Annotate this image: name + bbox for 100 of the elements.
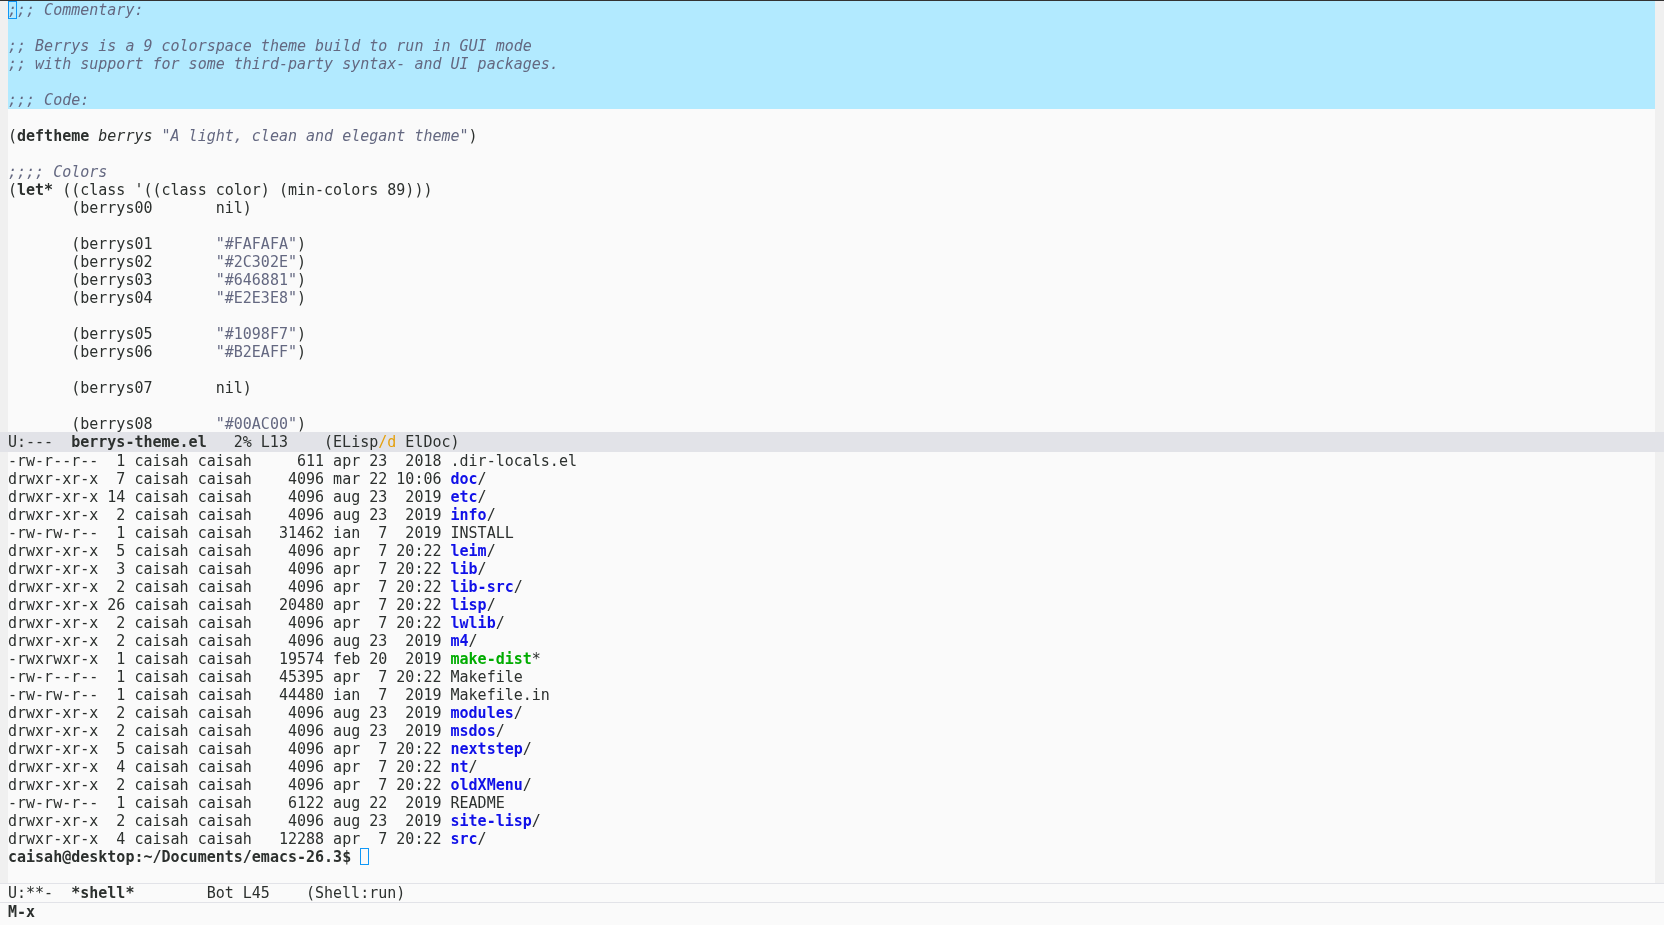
code-string: "#1098F7" — [215, 325, 297, 343]
directory-name: oldXMenu — [450, 776, 523, 794]
buffer-name[interactable]: *shell* — [71, 884, 135, 902]
file-info: drwxr-xr-x 5 caisah caisah 4096 apr 7 20:22 — [8, 542, 443, 560]
file-info: drwxr-xr-x 2 caisah caisah 4096 aug 23 2019 — [8, 632, 443, 650]
file-type-marker: / — [477, 470, 487, 488]
file-type-marker: * — [531, 650, 541, 668]
code-string: "#E2E3E8" — [215, 289, 297, 307]
code-text: ) — [297, 289, 307, 307]
directory-name: src — [450, 830, 478, 848]
file-type-marker: / — [522, 776, 532, 794]
file-info: drwxr-xr-x 4 caisah caisah 12288 apr 7 20:22 — [8, 830, 443, 848]
file-info: drwxr-xr-x 4 caisah caisah 4096 apr 7 20:22 — [8, 758, 443, 776]
shell-prompt: caisah@desktop:~/Documents/emacs-26.3$ — [8, 848, 352, 866]
buffer-name[interactable]: berrys-theme.el — [71, 433, 207, 451]
code-comment: ;;;; Colors — [8, 163, 108, 181]
code-text: (berrys02 — [70, 253, 154, 271]
directory-name: modules — [450, 704, 514, 722]
file-type-marker: / — [468, 632, 478, 650]
code-keyword: let* — [17, 181, 54, 199]
directory-name: site-lisp — [450, 812, 532, 830]
file-info: -rw-rw-r-- 1 caisah caisah 6122 aug 22 2019 — [8, 794, 443, 812]
file-type-marker: / — [513, 704, 523, 722]
file-type-marker: / — [486, 596, 496, 614]
file-type-marker: / — [477, 830, 487, 848]
code-text: ) — [468, 127, 478, 145]
file-info: drwxr-xr-x 3 caisah caisah 4096 apr 7 20:22 — [8, 560, 443, 578]
file-info: drwxr-xr-x 7 caisah caisah 4096 mar 22 10:06 — [8, 470, 443, 488]
buffer-position: Bot L45 — [206, 884, 270, 902]
buffer-status: U:--- — [8, 433, 54, 451]
buffer-position: 2% L13 — [233, 433, 288, 451]
code-text: (berrys06 — [70, 343, 154, 361]
code-keyword: deftheme — [17, 127, 90, 145]
code-text: (berrys08 — [70, 415, 154, 433]
code-text: ) — [297, 271, 307, 289]
file-info: drwxr-xr-x 2 caisah caisah 4096 apr 7 20:22 — [8, 614, 443, 632]
code-docstring: "A light, clean and elegant theme" — [160, 127, 469, 145]
file-info: drwxr-xr-x 2 caisah caisah 4096 apr 7 20:22 — [8, 776, 443, 794]
directory-name: leim — [450, 542, 487, 560]
major-mode-label[interactable]: (ELisp/d ElDoc) — [324, 433, 460, 451]
file-type-marker: / — [486, 506, 496, 524]
code-comment: ;; Commentary: — [17, 1, 144, 19]
code-text: (berrys00 nil) — [70, 199, 252, 217]
file-info: drwxr-xr-x 14 caisah caisah 4096 aug 23 2019 — [8, 488, 443, 506]
directory-name: info — [450, 506, 487, 524]
file-info: drwxr-xr-x 2 caisah caisah 4096 aug 23 2019 — [8, 704, 443, 722]
file-name: README — [450, 794, 505, 812]
code-comment: ; — [8, 1, 18, 19]
code-text: ) — [297, 235, 307, 253]
code-symbol: berrys — [97, 127, 153, 145]
code-text: (berrys04 — [70, 289, 154, 307]
directory-name: m4 — [450, 632, 469, 650]
file-name: INSTALL — [450, 524, 514, 542]
file-type-marker: / — [522, 740, 532, 758]
directory-name: doc — [450, 470, 478, 488]
code-string: "#FAFAFA" — [215, 235, 297, 253]
file-info: -rw-r--r-- 1 caisah caisah 611 apr 23 2018 — [8, 452, 443, 470]
directory-name: nt — [450, 758, 469, 776]
file-name: .dir-locals.el — [450, 452, 577, 470]
executable-name: make-dist — [450, 650, 532, 668]
code-text: ) — [297, 343, 307, 361]
file-type-marker: / — [495, 722, 505, 740]
file-info: drwxr-xr-x 2 caisah caisah 4096 aug 23 2019 — [8, 506, 443, 524]
code-text: ) — [297, 415, 307, 433]
file-type-marker: / — [486, 542, 496, 560]
code-string: "#00AC00" — [215, 415, 297, 433]
code-text: (berrys01 — [70, 235, 154, 253]
file-type-marker: / — [468, 758, 478, 776]
file-info: -rw-rw-r-- 1 caisah caisah 31462 ian 7 2019 — [8, 524, 443, 542]
code-text: ) — [297, 325, 307, 343]
code-string: "#646881" — [215, 271, 297, 289]
code-string: "#B2EAFF" — [215, 343, 297, 361]
directory-name: lisp — [450, 596, 487, 614]
code-comment: ;;; Code: — [8, 91, 90, 109]
code-text: ( — [8, 181, 18, 199]
directory-name: lib-src — [450, 578, 514, 596]
minibuffer-prompt: M-x — [8, 903, 36, 921]
file-info: drwxr-xr-x 2 caisah caisah 4096 aug 23 2019 — [8, 722, 443, 740]
file-info: -rwxrwxr-x 1 caisah caisah 19574 feb 20 2019 — [8, 650, 443, 668]
file-name: Makefile — [450, 668, 523, 686]
file-type-marker: / — [477, 488, 487, 506]
directory-name: nextstep — [450, 740, 523, 758]
code-string: "#2C302E" — [215, 253, 297, 271]
file-type-marker: / — [513, 578, 523, 596]
file-info: drwxr-xr-x 5 caisah caisah 4096 apr 7 20:22 — [8, 740, 443, 758]
code-comment: ;; with support for some third-party syntax- and UI packages. — [8, 55, 559, 73]
directory-name: lwlib — [450, 614, 496, 632]
file-info: drwxr-xr-x 2 caisah caisah 4096 aug 23 2019 — [8, 812, 443, 830]
file-info: -rw-r--r-- 1 caisah caisah 45395 apr 7 20:22 — [8, 668, 443, 686]
code-text: (berrys07 nil) — [70, 379, 252, 397]
file-type-marker: / — [495, 614, 505, 632]
code-comment: ;; Berrys is a 9 colorspace theme build to run in GUI mode — [8, 37, 532, 55]
code-text: ) — [297, 253, 307, 271]
file-name: Makefile.in — [450, 686, 550, 704]
major-mode-label[interactable]: (Shell:run) — [305, 884, 406, 902]
file-info: drwxr-xr-x 26 caisah caisah 20480 apr 7 20:22 — [8, 596, 443, 614]
file-type-marker: / — [531, 812, 541, 830]
file-info: -rw-rw-r-- 1 caisah caisah 44480 ian 7 2019 — [8, 686, 443, 704]
buffer-status: U:**- — [8, 884, 54, 902]
file-type-marker: / — [477, 560, 487, 578]
